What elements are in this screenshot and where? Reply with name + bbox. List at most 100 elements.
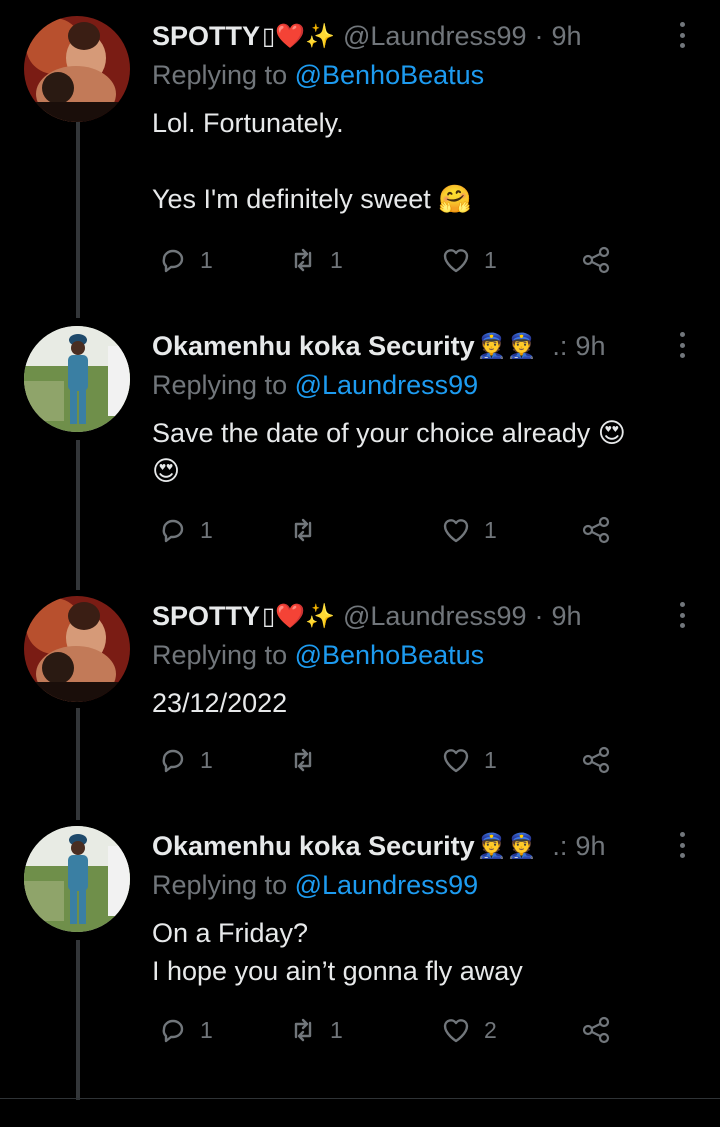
mention-link[interactable]: @BenhoBeatus (295, 640, 485, 670)
tweet-line: I hope you ain’t gonna fly away (152, 956, 523, 986)
retweet-icon (294, 748, 312, 772)
display-name[interactable]: SPOTTY (152, 601, 260, 632)
tweet-line: Lol. Fortunately. (152, 108, 344, 138)
like-count: 1 (484, 246, 497, 273)
reply-icon (162, 1019, 184, 1043)
replying-prefix: Replying to (152, 370, 288, 400)
tweet[interactable]: Okamenhu koka Security 👮👮 .: 9h Replying… (0, 826, 720, 1056)
user-avatar-icon[interactable] (24, 326, 130, 432)
name-emoji: 👮👮 (476, 832, 537, 860)
replying-to: Replying to @Laundress99 (152, 870, 478, 901)
user-avatar-icon[interactable] (24, 16, 130, 122)
like-count: 1 (484, 746, 497, 773)
more-options-icon[interactable] (678, 22, 686, 48)
like-button[interactable]: 1 (440, 515, 497, 545)
tweet-actions: 1 1 2 (158, 1015, 638, 1045)
reply-count: 1 (200, 746, 213, 773)
mention-link[interactable]: @BenhoBeatus (295, 60, 485, 90)
more-options-icon[interactable] (678, 602, 686, 628)
display-name[interactable]: SPOTTY (152, 21, 260, 52)
timestamp[interactable]: 9h (552, 21, 582, 52)
tweet-line: On a Friday? (152, 918, 309, 948)
more-options-icon[interactable] (678, 832, 686, 858)
user-avatar-icon[interactable] (24, 596, 130, 702)
tweet-header: Okamenhu koka Security 👮👮 .: 9h (152, 826, 605, 866)
retweet-icon (294, 1018, 312, 1042)
username[interactable]: @Laundress99 (343, 21, 527, 52)
reply-button[interactable]: 1 (158, 745, 213, 775)
tweet-actions: 1 1 (158, 515, 638, 545)
username[interactable]: @Laundress99 (343, 601, 527, 632)
tweet-text: On a Friday? I hope you ain’t gonna fly … (152, 914, 692, 990)
display-name[interactable]: Okamenhu koka Security (152, 331, 475, 362)
timestamp[interactable]: 9h (575, 831, 605, 862)
tweet-line: 😍 (152, 456, 181, 486)
tweet-line: Yes I'm definitely sweet 🤗 (152, 184, 472, 214)
reply-icon (162, 749, 184, 773)
heart-icon (443, 1019, 469, 1043)
heart-icon (443, 749, 469, 773)
like-button[interactable]: 1 (440, 245, 497, 275)
mention-link[interactable]: @Laundress99 (295, 370, 479, 400)
replying-prefix: Replying to (152, 640, 288, 670)
share-button[interactable] (580, 1015, 612, 1045)
separator-dot: .: (552, 830, 568, 861)
tweet-text: Lol. Fortunately. Yes I'm definitely swe… (152, 104, 692, 218)
timestamp[interactable]: 9h (552, 601, 582, 632)
tweet-actions: 1 1 (158, 745, 638, 775)
replying-prefix: Replying to (152, 870, 288, 900)
tweet[interactable]: SPOTTY ▯❤️✨ @Laundress99 · 9h Replying t… (0, 596, 720, 796)
share-icon (582, 516, 610, 544)
replying-to: Replying to @BenhoBeatus (152, 60, 484, 91)
name-emoji: ▯❤️✨ (262, 22, 335, 50)
reply-button[interactable]: 1 (158, 515, 213, 545)
more-options-icon[interactable] (678, 332, 686, 358)
like-count: 2 (484, 1016, 497, 1043)
retweet-count: 1 (330, 1016, 343, 1043)
divider (0, 1098, 720, 1099)
like-button[interactable]: 1 (440, 745, 497, 775)
separator-dot: · (534, 600, 544, 631)
reply-button[interactable]: 1 (158, 1015, 213, 1045)
display-name[interactable]: Okamenhu koka Security (152, 831, 475, 862)
like-count: 1 (484, 516, 497, 543)
tweet[interactable]: Okamenhu koka Security 👮👮 .: 9h Replying… (0, 326, 720, 556)
reply-button[interactable]: 1 (158, 245, 213, 275)
tweet-line (152, 142, 692, 180)
replying-to: Replying to @Laundress99 (152, 370, 478, 401)
tweet[interactable]: SPOTTY ▯❤️✨ @Laundress99 · 9h Replying t… (0, 16, 720, 306)
name-emoji: ▯❤️✨ (262, 602, 335, 630)
name-emoji: 👮👮 (476, 332, 537, 360)
share-icon (582, 746, 610, 774)
tweet-line: Save the date of your choice already 😍 (152, 418, 626, 448)
retweet-button[interactable]: 1 (288, 1015, 343, 1045)
retweet-button[interactable] (288, 745, 330, 775)
share-button[interactable] (580, 745, 612, 775)
tweet-actions: 1 1 1 (158, 245, 638, 275)
retweet-button[interactable]: 1 (288, 245, 343, 275)
tweet-header: SPOTTY ▯❤️✨ @Laundress99 · 9h (152, 596, 582, 636)
replying-to: Replying to @BenhoBeatus (152, 640, 484, 671)
share-button[interactable] (580, 245, 612, 275)
reply-count: 1 (200, 516, 213, 543)
retweet-icon (294, 248, 312, 272)
tweet-text: Save the date of your choice already 😍 😍 (152, 414, 692, 490)
retweet-button[interactable] (288, 515, 330, 545)
mention-link[interactable]: @Laundress99 (295, 870, 479, 900)
tweet-header: Okamenhu koka Security 👮👮 .: 9h (152, 326, 605, 366)
user-avatar-icon[interactable] (24, 826, 130, 932)
heart-icon (443, 519, 469, 543)
share-button[interactable] (580, 515, 612, 545)
reply-count: 1 (200, 1016, 213, 1043)
share-icon (582, 246, 610, 274)
reply-count: 1 (200, 246, 213, 273)
separator-dot: .: (552, 330, 568, 361)
like-button[interactable]: 2 (440, 1015, 497, 1045)
reply-icon (162, 249, 184, 273)
tweet-header: SPOTTY ▯❤️✨ @Laundress99 · 9h (152, 16, 582, 56)
timestamp[interactable]: 9h (575, 331, 605, 362)
reply-icon (162, 519, 184, 543)
replying-prefix: Replying to (152, 60, 288, 90)
tweet-text: 23/12/2022 (152, 684, 692, 722)
conversation-thread: SPOTTY ▯❤️✨ @Laundress99 · 9h Replying t… (0, 0, 720, 1127)
